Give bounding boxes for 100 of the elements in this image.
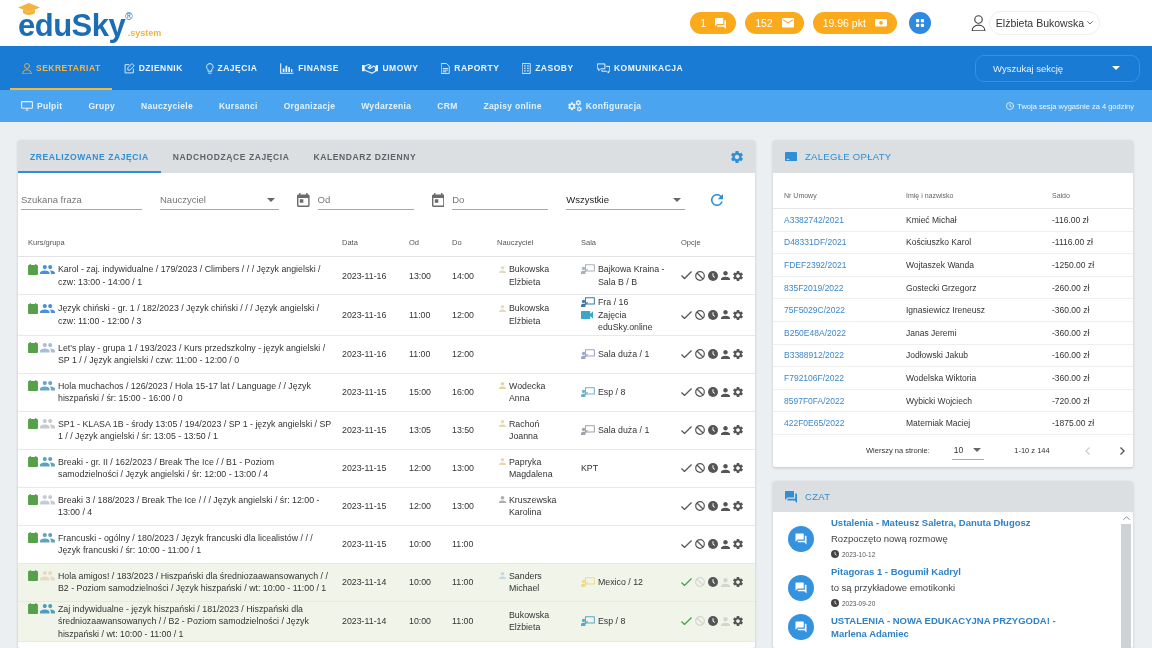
next-page-icon[interactable] — [1119, 446, 1125, 455]
contract-link[interactable]: 8597F0FA/2022 — [784, 395, 906, 406]
handshake-icon — [361, 62, 379, 74]
clock-icon[interactable] — [708, 501, 718, 511]
person-icon[interactable] — [721, 463, 730, 473]
date-field[interactable]: Do — [452, 190, 549, 210]
ban-icon[interactable] — [695, 501, 705, 511]
settings-icon[interactable] — [733, 577, 743, 587]
ban-icon[interactable] — [695, 463, 705, 473]
clock-icon[interactable] — [708, 349, 718, 359]
dropdown-field[interactable]: Nauczyciel — [160, 190, 279, 210]
rows-per-page-dropdown[interactable]: 10 — [951, 441, 985, 461]
tab[interactable]: ZREALIZOWANE ZAJĘCIA — [18, 140, 161, 173]
end-time-cell-text: 11:00 — [452, 539, 475, 549]
check-icon[interactable] — [681, 387, 692, 397]
settings-icon[interactable] — [733, 539, 743, 549]
subnav-link[interactable]: Zapisy online — [470, 101, 555, 111]
check-icon[interactable] — [681, 501, 692, 511]
clock-icon[interactable] — [708, 425, 718, 435]
contract-link[interactable]: 422F0E65/2022 — [784, 418, 906, 429]
settings-icon[interactable] — [733, 616, 743, 627]
nav-tab[interactable]: ZASOBY — [510, 46, 585, 90]
check-icon[interactable] — [681, 463, 692, 473]
nav-tab[interactable]: FINANSE — [268, 46, 350, 90]
contract-link[interactable]: F792106F/2022 — [784, 372, 906, 383]
refresh-icon[interactable] — [711, 194, 724, 206]
subnav-link[interactable]: Wydarzenia — [348, 101, 425, 111]
ban-icon[interactable] — [695, 539, 705, 549]
subnav-link[interactable]: Konfiguracja — [554, 100, 655, 112]
date-cell-text: 2023-11-14 — [342, 577, 388, 587]
settings-icon[interactable] — [733, 387, 743, 397]
check-icon[interactable] — [681, 539, 692, 549]
contract-link[interactable]: 75F5029C/2022 — [784, 305, 906, 316]
search-field[interactable]: Szukana fraza — [21, 190, 142, 210]
subnav-link[interactable]: Organizacje — [270, 101, 349, 111]
nav-tab[interactable]: RAPORTY — [429, 46, 511, 90]
check-icon[interactable] — [681, 425, 692, 435]
tab[interactable]: NADCHODZĄCE ZAJĘCIA — [160, 140, 302, 173]
clock-icon[interactable] — [708, 539, 718, 549]
scroll-up-icon[interactable] — [1122, 516, 1130, 521]
user-menu-button[interactable]: Elżbieta Bukowska — [988, 11, 1100, 35]
calendar-icon[interactable] — [431, 193, 445, 207]
settings-icon[interactable] — [733, 349, 743, 359]
calendar-icon[interactable] — [297, 193, 310, 207]
check-icon[interactable] — [681, 617, 692, 626]
date-field[interactable]: Od — [317, 190, 414, 210]
check-icon[interactable] — [681, 310, 692, 319]
person-icon[interactable] — [721, 425, 730, 435]
clock-icon[interactable] — [708, 616, 718, 627]
subnav-link[interactable]: Nauczyciele — [127, 101, 206, 111]
ban-icon[interactable] — [695, 349, 705, 359]
person-icon[interactable] — [721, 310, 730, 320]
contract-link[interactable]: FDEF2392/2021 — [784, 260, 906, 270]
check-icon[interactable] — [681, 349, 692, 359]
contract-link[interactable]: 835F2019/2022 — [784, 282, 906, 293]
ban-icon[interactable] — [695, 270, 705, 281]
course-name: Język chiński - gr. 1 / 182/2023 / Język chiński / / / Język angielski / czw: 11:00 - 12:00 / 3 — [58, 302, 321, 328]
subnav-link[interactable]: Pulpit — [8, 100, 76, 112]
settings-icon[interactable] — [733, 463, 743, 473]
contract-link[interactable]: B3388912/2022 — [784, 350, 906, 361]
person-icon[interactable] — [721, 349, 730, 359]
nav-tab[interactable]: DZIENNIK — [111, 46, 194, 90]
scrollbar-thumb[interactable] — [1121, 524, 1131, 648]
section-search-dropdown[interactable]: Wyszukaj sekcję — [975, 54, 1140, 82]
clock-icon[interactable] — [708, 463, 718, 473]
nav-tab[interactable]: ZAJĘCIA — [193, 46, 269, 90]
clock-icon[interactable] — [708, 270, 718, 281]
teacher-name: Kruszewska Karolina — [509, 493, 558, 519]
tab[interactable]: KALENDARZ DZIENNY — [301, 140, 429, 173]
person-icon[interactable] — [721, 271, 730, 280]
contract-link[interactable]: D48331DF/2021 — [784, 237, 906, 248]
graduation-cap-icon — [18, 3, 40, 15]
check-icon[interactable] — [681, 271, 692, 280]
contract-link[interactable]: B250E48A/2022 — [784, 327, 906, 338]
contract-link[interactable]: A3382742/2021 — [784, 214, 906, 225]
settings-icon[interactable] — [733, 425, 743, 435]
subnav-link[interactable]: Grupy — [75, 101, 128, 111]
ban-icon[interactable] — [695, 387, 705, 397]
clock-icon[interactable] — [708, 309, 718, 320]
person-icon[interactable] — [721, 539, 730, 549]
check-icon[interactable] — [681, 577, 692, 587]
subnav-link[interactable]: CRM — [424, 101, 471, 111]
nav-tab[interactable]: UMOWY — [349, 46, 430, 90]
conversation-title[interactable]: Ustalenia - Mateusz Saletra, Danuta Długosz — [831, 516, 1089, 529]
subnav-link[interactable]: Kursanci — [205, 101, 271, 111]
clock-icon[interactable] — [708, 577, 718, 587]
person-icon[interactable] — [721, 501, 730, 511]
settings-icon[interactable] — [733, 501, 743, 511]
dropdown-field[interactable]: Wszystkie — [566, 190, 686, 210]
person-icon[interactable] — [721, 387, 730, 397]
ban-icon[interactable] — [695, 309, 705, 320]
conversation-title[interactable]: USTALENIA - NOWA EDUKACYJNA PRZYGODA! - Marlena Adamiec — [831, 614, 1089, 640]
ban-icon[interactable] — [695, 425, 705, 435]
apps-button[interactable] — [908, 12, 931, 34]
settings-icon[interactable] — [733, 309, 743, 320]
settings-icon[interactable] — [733, 270, 743, 281]
conversation-title[interactable]: Pitagoras 1 - Bogumił Kadryl — [831, 565, 1089, 578]
clock-icon[interactable] — [708, 387, 718, 397]
nav-tab[interactable]: KOMUNIKACJA — [584, 46, 695, 90]
start-time-cell-text: 11:00 — [409, 349, 432, 359]
